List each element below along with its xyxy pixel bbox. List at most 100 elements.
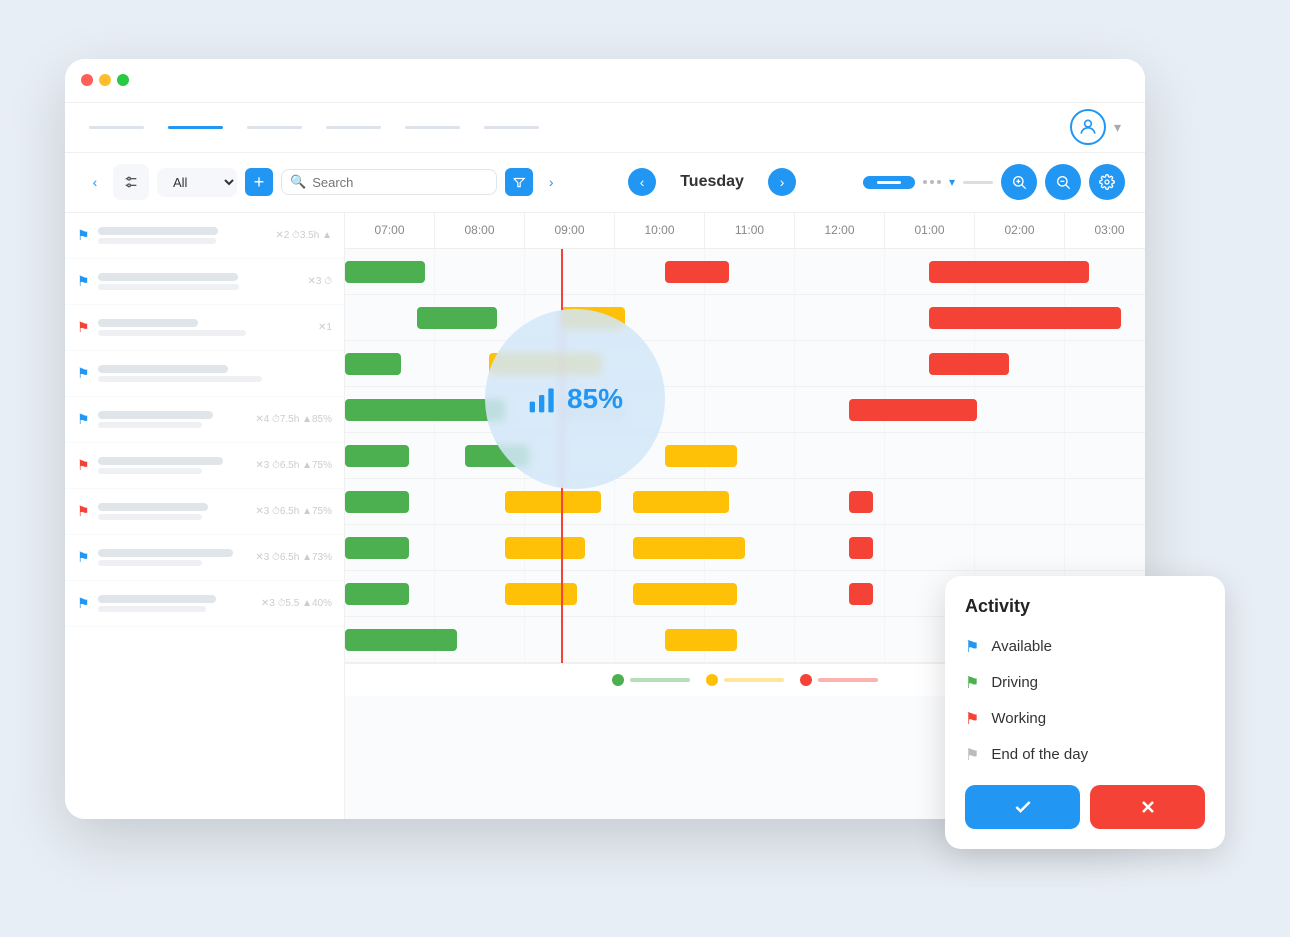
gantt-bar-available[interactable]: [345, 399, 505, 421]
stats-percent: 85%: [567, 383, 623, 415]
legend-line-red: [818, 678, 878, 682]
driver-row[interactable]: ⚑ ✕1: [65, 305, 344, 351]
gantt-bar-driving[interactable]: [505, 491, 601, 513]
title-bar: [65, 59, 1145, 103]
driver-row[interactable]: ⚑ ✕3 ⏱5.5 ▲40%: [65, 581, 344, 627]
toolbar-left: ‹ All + 🔍: [85, 164, 561, 200]
tab-1[interactable]: [89, 126, 144, 129]
collapse-panel-button[interactable]: ‹: [85, 172, 105, 192]
gantt-bar-available[interactable]: [345, 445, 409, 467]
tab-5[interactable]: [405, 126, 460, 129]
expand-panel-button[interactable]: ›: [541, 172, 561, 192]
gantt-bar-available[interactable]: [345, 537, 409, 559]
nav-tabs: [89, 126, 539, 129]
tab-6[interactable]: [484, 126, 539, 129]
toolbar-right: ▾: [863, 164, 1125, 200]
gantt-bar-working[interactable]: [849, 583, 873, 605]
zoom-out-button[interactable]: [1045, 164, 1081, 200]
view-dots: [923, 180, 941, 184]
stat-text: ✕3 ⏱5.5 ▲40%: [261, 598, 332, 609]
tab-2[interactable]: [168, 126, 223, 129]
gantt-bar-available[interactable]: [345, 491, 409, 513]
gantt-bar-working[interactable]: [929, 307, 1121, 329]
grid-col: [975, 479, 1065, 524]
driver-row[interactable]: ⚑ ✕4 ⏱7.5h ▲85%: [65, 397, 344, 443]
driver-name-bar: [98, 227, 218, 235]
user-avatar[interactable]: [1070, 109, 1106, 145]
gantt-row-2: [345, 295, 1145, 341]
gantt-bar-driving[interactable]: [505, 537, 585, 559]
gantt-bar-available[interactable]: [345, 353, 401, 375]
driver-stats: ✕3 ⏱6.5h ▲75%: [255, 506, 332, 517]
nav-dropdown-arrow[interactable]: ▾: [1114, 119, 1121, 136]
gantt-bar-working[interactable]: [929, 261, 1089, 283]
gantt-bar-available[interactable]: [345, 629, 457, 651]
maximize-button[interactable]: [117, 74, 129, 86]
gantt-bar-available[interactable]: [345, 583, 409, 605]
driver-sub-bar: [98, 514, 203, 520]
gantt-row-5: [345, 433, 1145, 479]
driver-row[interactable]: ⚑ ✕3 ⏱6.5h ▲75%: [65, 443, 344, 489]
grid-col: [795, 433, 885, 478]
view-pill-button[interactable]: [863, 176, 915, 189]
driver-row[interactable]: ⚑ ✕3 ⏱6.5h ▲73%: [65, 535, 344, 581]
activity-confirm-button[interactable]: [965, 785, 1080, 829]
gantt-bar-available[interactable]: [417, 307, 497, 329]
driver-name-bar: [98, 273, 238, 281]
gantt-bar-working[interactable]: [929, 353, 1009, 375]
next-day-button[interactable]: ›: [768, 168, 796, 196]
gantt-bar-driving[interactable]: [633, 491, 729, 513]
gantt-bar-working[interactable]: [849, 537, 873, 559]
tab-3[interactable]: [247, 126, 302, 129]
close-button[interactable]: [81, 74, 93, 86]
minimize-button[interactable]: [99, 74, 111, 86]
grid-col: [795, 341, 885, 386]
grid-col: [1065, 387, 1145, 432]
driver-name-bar: [98, 457, 223, 465]
working-label: Working: [991, 710, 1046, 727]
time-13: 01:00: [885, 213, 975, 248]
search-input[interactable]: [312, 175, 488, 190]
gantt-bar-working[interactable]: [849, 491, 873, 513]
search-filter-button[interactable]: [505, 168, 533, 196]
gantt-bar-driving[interactable]: [665, 445, 737, 467]
driver-name-bar: [98, 365, 228, 373]
stat-text: ✕3 ⏱: [307, 276, 332, 287]
settings-button[interactable]: [1089, 164, 1125, 200]
filter-icon-button[interactable]: [113, 164, 149, 200]
gantt-bar-driving[interactable]: [665, 629, 737, 651]
driver-sub-bar: [98, 560, 203, 566]
gantt-bar-available[interactable]: [345, 261, 425, 283]
time-12: 12:00: [795, 213, 885, 248]
gantt-bar-driving[interactable]: [633, 583, 737, 605]
driver-info: [98, 411, 248, 428]
filter-select[interactable]: All: [157, 168, 237, 197]
driver-flag-icon: ⚑: [77, 227, 90, 244]
driver-row[interactable]: ⚑ ✕3 ⏱6.5h ▲75%: [65, 489, 344, 535]
driver-flag-icon: ⚑: [77, 411, 90, 428]
gantt-bar-working[interactable]: [849, 399, 977, 421]
driver-flag-icon: ⚑: [77, 273, 90, 290]
gantt-bar-driving[interactable]: [633, 537, 745, 559]
driver-row[interactable]: ⚑ ✕2 ⏱3.5h ▲: [65, 213, 344, 259]
gantt-bar-driving[interactable]: [505, 583, 577, 605]
legend-line-yellow: [724, 678, 784, 682]
activity-item-driving: ⚑ Driving: [965, 673, 1205, 693]
legend-dot-yellow: [706, 674, 718, 686]
add-driver-button[interactable]: +: [245, 168, 273, 196]
screen-wrapper: ▾ ‹ All + �: [65, 59, 1225, 879]
grid-col: [795, 249, 885, 294]
working-flag-icon: ⚑: [965, 709, 979, 729]
grid-col: [1065, 479, 1145, 524]
grid-col: [1065, 341, 1145, 386]
grid-col: [975, 525, 1065, 570]
prev-day-button[interactable]: ‹: [628, 168, 656, 196]
zoom-in-button[interactable]: [1001, 164, 1037, 200]
view-dropdown-arrow[interactable]: ▾: [949, 175, 955, 189]
tab-4[interactable]: [326, 126, 381, 129]
activity-cancel-button[interactable]: [1090, 785, 1205, 829]
gantt-bar-working[interactable]: [665, 261, 729, 283]
driver-row[interactable]: ⚑: [65, 351, 344, 397]
time-header: 07:00 08:00 09:00 10:00 11:00 12:00 01:0…: [345, 213, 1145, 249]
driver-row[interactable]: ⚑ ✕3 ⏱: [65, 259, 344, 305]
